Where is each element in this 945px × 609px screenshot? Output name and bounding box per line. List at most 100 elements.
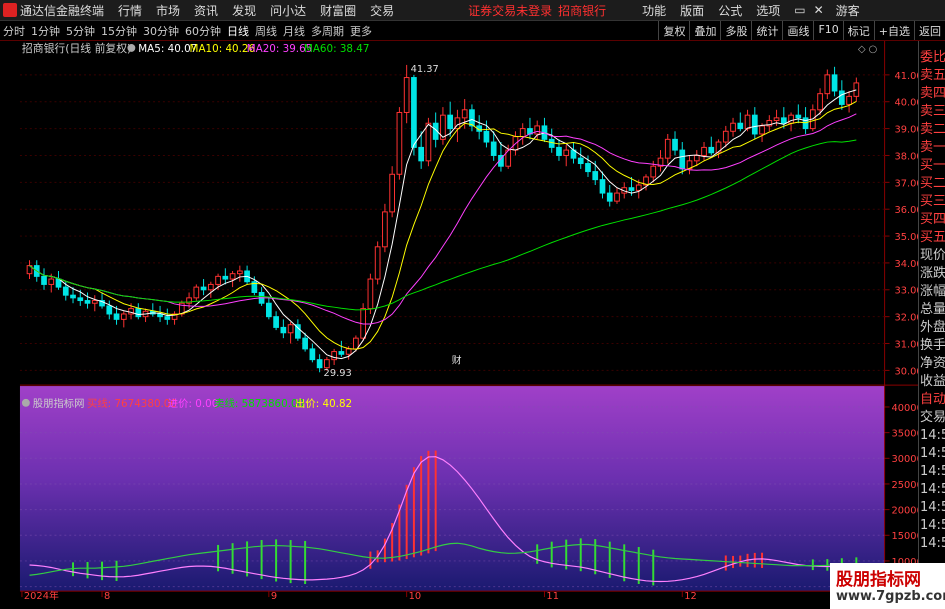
- candle-body: [599, 179, 606, 194]
- period-tab-30min[interactable]: 30分钟: [143, 23, 179, 39]
- indicator-bar: [412, 467, 415, 558]
- indicator-bar: [369, 551, 372, 569]
- candle-body: [84, 300, 91, 304]
- indicator-bar: [761, 552, 764, 568]
- tool-stats-button[interactable]: 统计: [751, 21, 782, 40]
- tick-time: 14:56: [920, 500, 945, 515]
- earnings-marker[interactable]: 财: [452, 353, 462, 366]
- indicator-bar: [724, 555, 727, 571]
- candle-body: [41, 275, 47, 285]
- date-axis-label: 9: [271, 591, 277, 601]
- exit-price-value: 出价: 40.82: [295, 397, 352, 410]
- tool-multi-stock-button[interactable]: 多股: [720, 21, 751, 40]
- quote-label[interactable]: 交易: [919, 409, 945, 427]
- tool-adjust-button[interactable]: 复权: [658, 21, 689, 40]
- candle-body: [831, 74, 838, 92]
- candle-body: [563, 149, 570, 156]
- site-watermark: 股朋指标网 www.7gpzb.com: [830, 563, 945, 609]
- period-tab-60min[interactable]: 60分钟: [185, 23, 221, 39]
- period-tab-weekly[interactable]: 周线: [255, 23, 277, 39]
- candle-body: [635, 184, 642, 191]
- period-tab-intraday[interactable]: 分时: [3, 23, 25, 39]
- period-tab-5min[interactable]: 5分钟: [66, 23, 95, 39]
- menu-item-formula[interactable]: 公式: [718, 2, 742, 19]
- candle-body: [577, 157, 584, 165]
- candle-body: [345, 348, 352, 355]
- candle-body: [215, 275, 221, 285]
- indicator-settings-icon[interactable]: [21, 398, 30, 407]
- candle-body: [708, 146, 715, 154]
- minimize-icon[interactable]: ▭: [794, 3, 805, 17]
- period-tab-daily[interactable]: 日线: [227, 23, 249, 39]
- candle-body: [374, 246, 381, 280]
- tool-f10-button[interactable]: F10: [813, 21, 842, 40]
- menu-item-trade[interactable]: 交易: [370, 2, 394, 19]
- period-tab-multi[interactable]: 多周期: [311, 23, 344, 39]
- date-axis-label: 11: [546, 591, 559, 601]
- candle-body: [135, 308, 142, 318]
- sell-line-value: 卖线: 5873860.00: [214, 397, 304, 410]
- quote-label: 卖三: [920, 104, 945, 119]
- period-tab-15min[interactable]: 15分钟: [101, 23, 137, 39]
- main-chart-header: 招商银行(日线 前复权): [22, 41, 131, 55]
- candle-body: [396, 111, 403, 175]
- period-tab-1min[interactable]: 1分钟: [31, 23, 60, 39]
- menu-item-function[interactable]: 功能: [642, 2, 666, 19]
- date-axis-label: 8: [104, 591, 110, 601]
- indicator-bar: [434, 450, 437, 552]
- tool-back-button[interactable]: 返回: [914, 21, 945, 40]
- candle-body: [229, 273, 236, 280]
- candle-body: [403, 77, 410, 113]
- candle-body: [751, 114, 758, 135]
- tool-overlay-button[interactable]: 叠加: [689, 21, 720, 40]
- candle-body: [759, 125, 765, 135]
- quote-label[interactable]: 自动: [919, 391, 945, 409]
- quote-label: 卖一: [920, 140, 945, 155]
- watermark-url: www.7gpzb.com: [836, 589, 945, 604]
- candle-body: [693, 154, 700, 162]
- kline-chart[interactable]: 41.0040.0039.0038.0037.0036.0035.0034.00…: [0, 41, 945, 601]
- indicator-bar: [246, 541, 249, 577]
- indicator-bar: [536, 544, 539, 564]
- trade-login-status[interactable]: 证券交易未登录: [468, 2, 552, 19]
- candle-body: [490, 141, 497, 156]
- candle-body: [193, 286, 200, 299]
- ma-settings-icon[interactable]: [127, 43, 136, 52]
- quote-label: 买二: [920, 176, 945, 191]
- menu-item-layout[interactable]: 版面: [680, 2, 704, 19]
- menu-item-ask[interactable]: 问小达: [270, 2, 306, 19]
- menu-item-market[interactable]: 市场: [156, 2, 180, 19]
- tool-draw-button[interactable]: 画线: [782, 21, 813, 40]
- tool-add-watchlist-button[interactable]: +自选: [873, 21, 914, 40]
- candle-body: [722, 130, 729, 143]
- candle-body: [585, 163, 591, 173]
- candle-body: [207, 283, 214, 291]
- candle-body: [48, 278, 55, 285]
- period-tab-monthly[interactable]: 月线: [283, 23, 305, 39]
- chart-options-icon[interactable]: ◇ ○: [858, 44, 877, 55]
- candle-body: [389, 173, 396, 213]
- close-icon[interactable]: ✕: [814, 3, 824, 17]
- tick-time: 14:56: [920, 428, 945, 443]
- ma10-label: MA10: 40.26: [190, 43, 256, 55]
- menu-item-discover[interactable]: 发现: [232, 2, 256, 19]
- candle-body: [324, 359, 330, 369]
- menu-item-market-quotes[interactable]: 行情: [118, 2, 142, 19]
- entry-price-value: 进价: 0.00: [168, 398, 219, 410]
- menu-item-news[interactable]: 资讯: [194, 2, 218, 19]
- menu-bar: 通达信金融终端 行情 市场 资讯 发现 问小达 财富圈 交易 证券交易未登录 招…: [0, 0, 945, 21]
- stock-name-top: 招商银行: [558, 3, 607, 18]
- guest-login[interactable]: 游客: [836, 2, 860, 19]
- app-title: 通达信金融终端: [20, 3, 105, 18]
- candle-body: [672, 138, 678, 151]
- candle-body: [534, 125, 541, 135]
- tool-mark-button[interactable]: 标记: [842, 21, 874, 40]
- period-tab-more[interactable]: 更多: [350, 23, 372, 39]
- menu-item-options[interactable]: 选项: [756, 2, 780, 19]
- quote-label: 净资: [920, 356, 945, 371]
- candle-body: [222, 275, 229, 280]
- menu-item-wealth[interactable]: 财富圈: [320, 2, 356, 19]
- candle-body: [236, 270, 243, 275]
- quote-label: 委比: [920, 50, 945, 65]
- candle-body: [853, 82, 860, 97]
